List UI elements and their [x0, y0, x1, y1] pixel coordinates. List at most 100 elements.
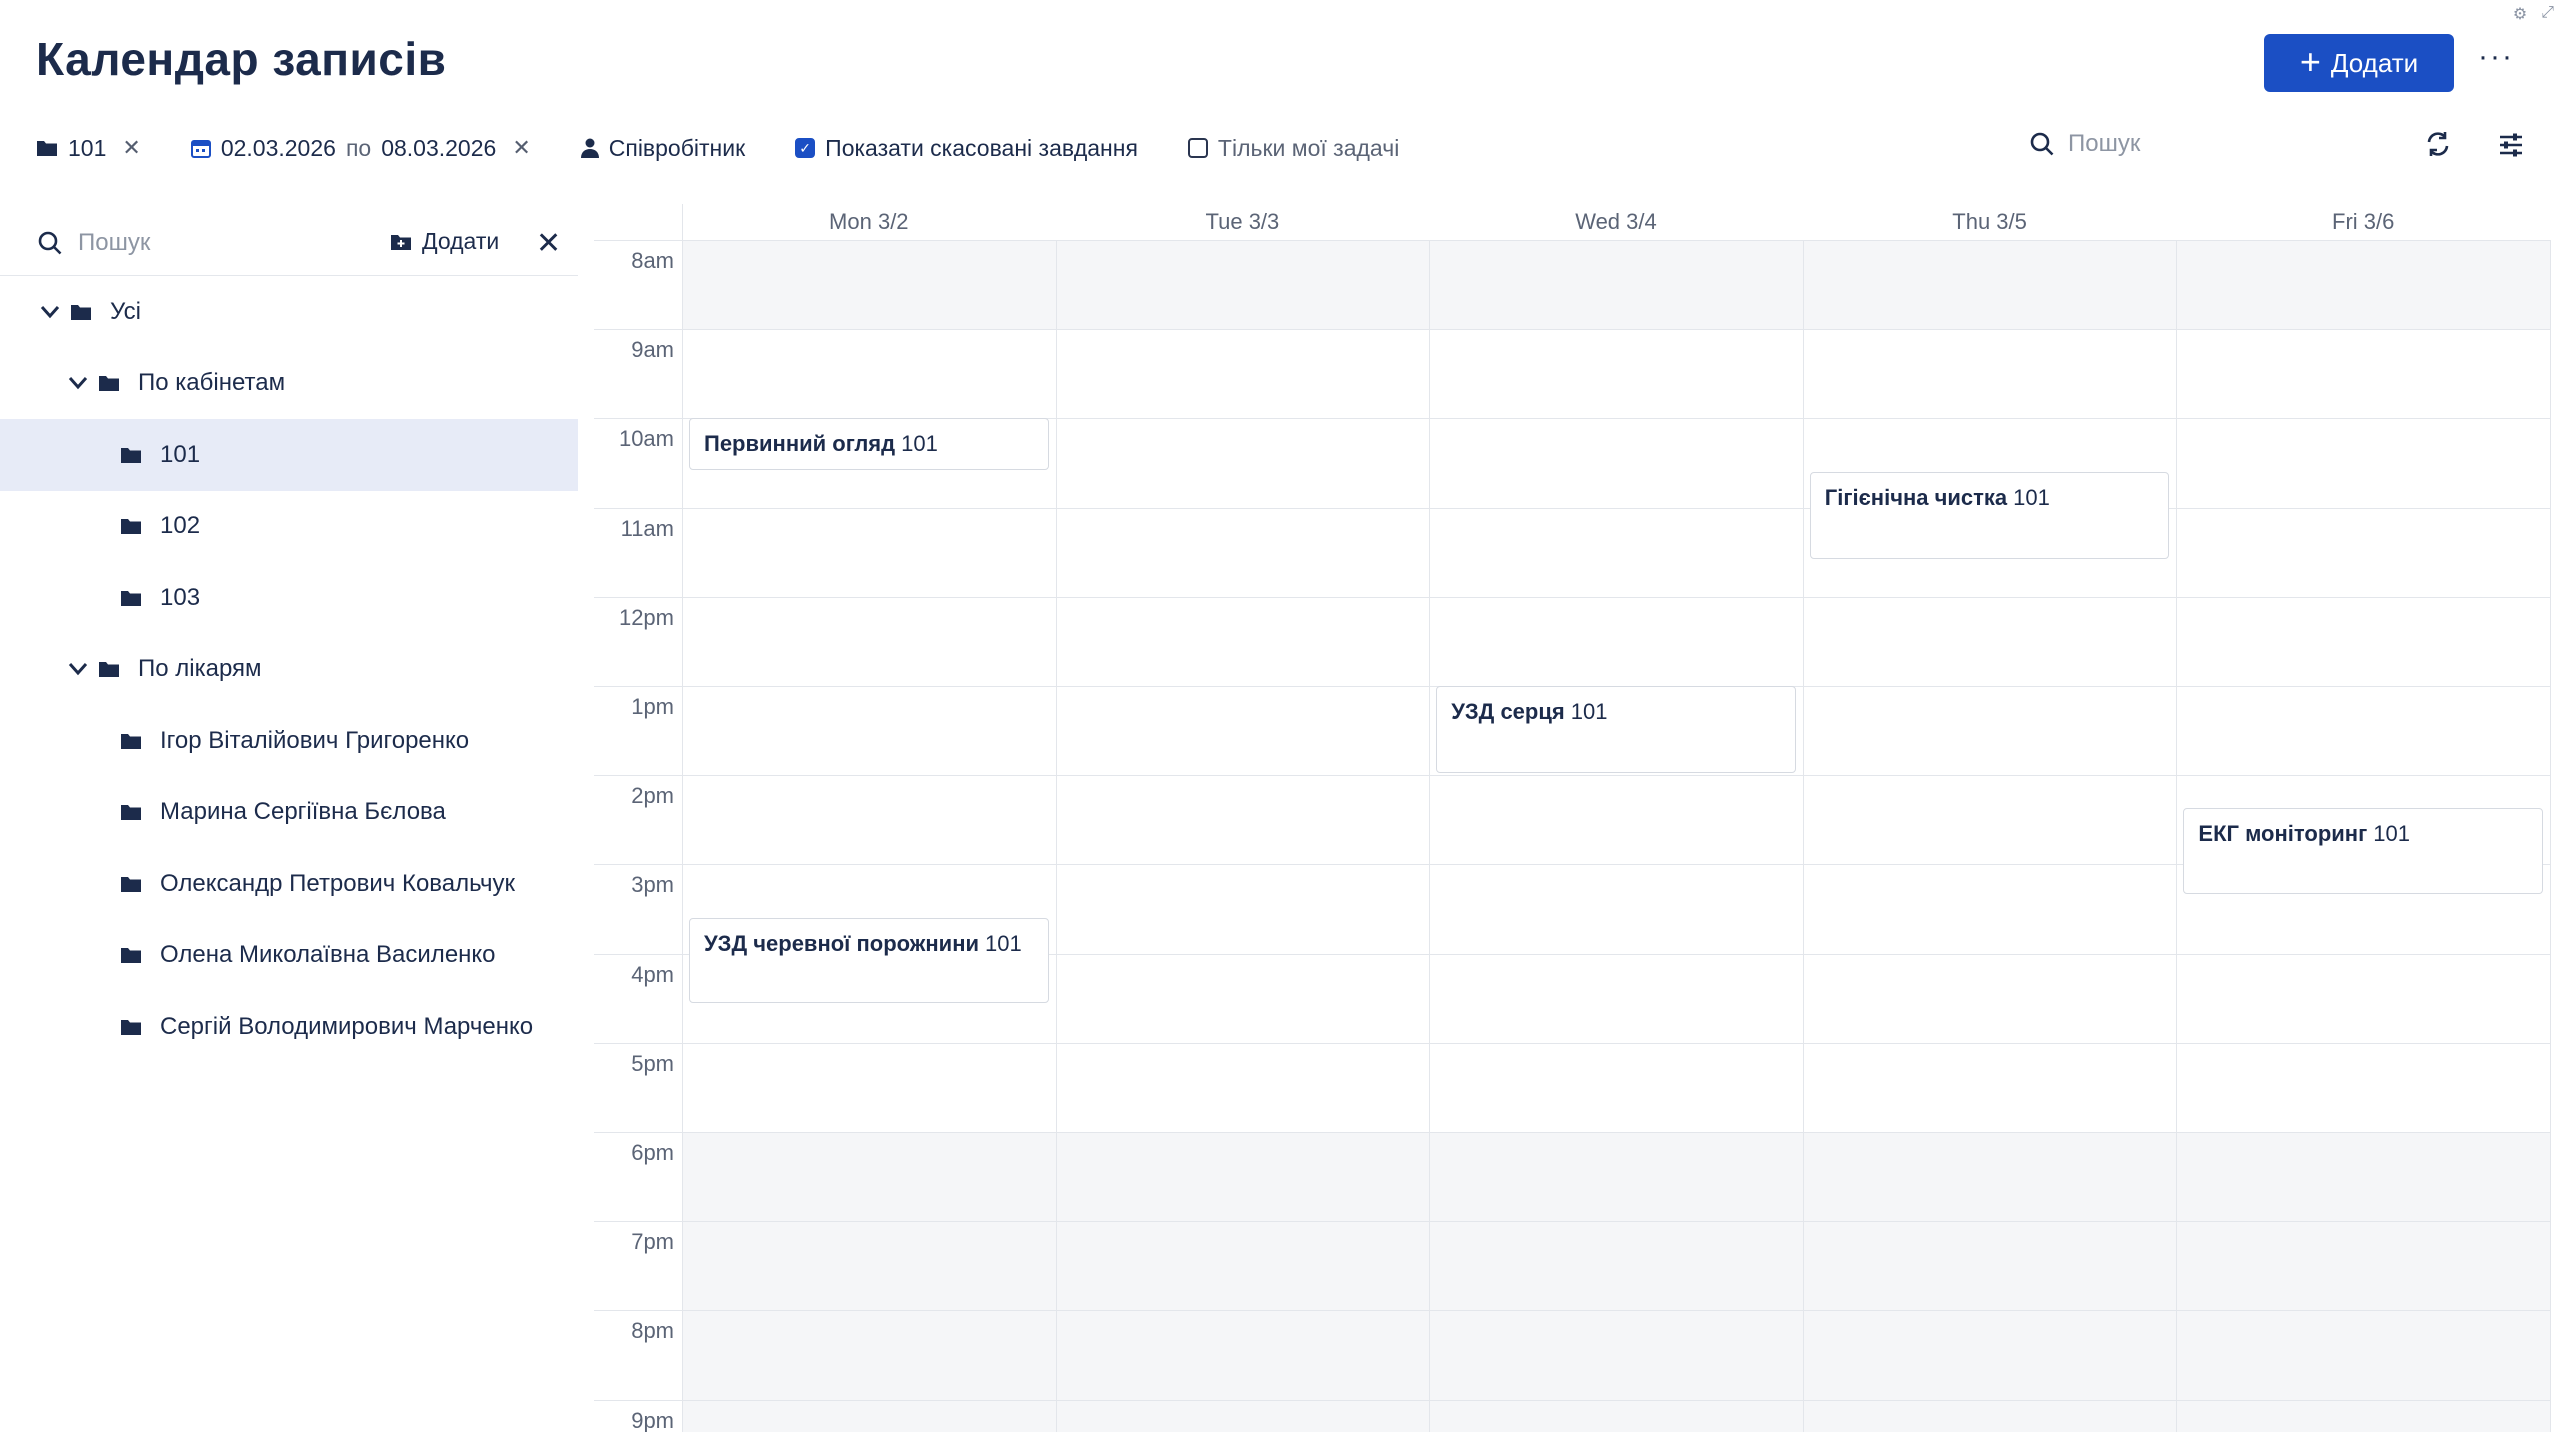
day-header[interactable]: Tue 3/3 — [1056, 204, 1430, 240]
tree-item[interactable]: Сергій Володимирович Марченко — [0, 991, 578, 1063]
folder-icon — [121, 876, 141, 892]
hour-label: 7pm — [631, 1229, 674, 1255]
event-room: 101 — [2013, 484, 2050, 510]
tree-item-label: Сергій Володимирович Марченко — [160, 1012, 534, 1040]
tree-item[interactable]: 103 — [0, 562, 578, 634]
hour-line — [594, 596, 2550, 598]
day-header[interactable]: Wed 3/4 — [1429, 204, 1803, 240]
chevron-down-icon[interactable] — [68, 376, 88, 390]
tree-item-label: 102 — [160, 512, 201, 540]
tree-item[interactable]: 101 — [0, 419, 578, 491]
refresh-icon[interactable] — [2424, 130, 2452, 163]
tree-item[interactable]: Марина Сергіївна Бєлова — [0, 777, 578, 849]
off-hours-area — [682, 240, 2550, 330]
event-title: УЗД серця — [1451, 699, 1565, 724]
day-header[interactable]: Mon 3/2 — [682, 204, 1056, 240]
chevron-down-icon[interactable] — [68, 662, 88, 676]
hour-label: 6pm — [631, 1140, 674, 1165]
expand-icon[interactable]: ⤢ — [2541, 4, 2554, 24]
hour-line — [594, 507, 2550, 509]
tree-item-label: Ігор Віталійович Григоренко — [160, 726, 470, 754]
hour-line — [594, 775, 2550, 777]
checkbox-checked[interactable]: ✓ — [795, 138, 816, 158]
hour-label: 2pm — [631, 783, 674, 809]
day-header[interactable]: Fri 3/6 — [2176, 204, 2550, 240]
event-title: УЗД черевної порожнини — [704, 930, 980, 956]
hour-line — [594, 1310, 2550, 1312]
tree-item[interactable]: Ігор Віталійович Григоренко — [0, 705, 578, 777]
hour-label: 12pm — [618, 604, 674, 630]
off-hours-area — [682, 1132, 2550, 1432]
close-icon[interactable]: ✕ — [536, 226, 561, 261]
tree-item-label: 101 — [160, 440, 201, 468]
appointment-event[interactable]: Первинний огляд 101 — [689, 418, 1049, 471]
sidebar-add-label: Додати — [422, 228, 500, 254]
tree-item[interactable]: Усі — [0, 276, 578, 348]
show-cancelled-toggle[interactable]: ✓ Показати скасовані завдання — [795, 135, 1138, 162]
calendar-icon — [190, 140, 211, 158]
folder-icon — [121, 733, 141, 749]
tree-item[interactable]: По лікарям — [0, 634, 578, 706]
checkbox-unchecked[interactable] — [1187, 138, 1208, 158]
hour-line — [594, 1132, 2550, 1133]
close-icon[interactable]: ✕ — [512, 135, 530, 161]
appointment-event[interactable]: УЗД черевної порожнини 101 — [689, 917, 1049, 1003]
hour-label: 5pm — [631, 1050, 674, 1076]
hour-label: 9pm — [631, 1407, 674, 1432]
folder-icon — [99, 662, 119, 678]
date-filter-chip[interactable]: 02.03.2026 по 08.03.2026 ✕ — [190, 134, 531, 162]
folder-tree: Усі По кабінетам 101 102 103 По лікарям Ігор В… — [0, 276, 578, 1063]
tree-item-label: Усі — [110, 297, 141, 325]
event-title: Гігієнічна чистка — [1824, 484, 2008, 510]
folder-icon — [99, 376, 119, 392]
tree-item-label: По кабінетам — [138, 369, 286, 397]
search-icon — [38, 231, 62, 254]
more-menu-button[interactable]: ··· — [2478, 40, 2514, 74]
employee-filter[interactable]: Співробітник — [580, 135, 745, 162]
tree-item-label: Олександр Петрович Ковальчук — [160, 869, 516, 897]
tree-item[interactable]: Олена Миколаївна Василенко — [0, 920, 578, 992]
event-title: ЕКГ моніторинг — [2198, 821, 2368, 847]
room-filter-chip[interactable]: 101 ✕ — [36, 135, 141, 162]
folder-icon — [71, 304, 91, 320]
tree-item-label: Олена Миколаївна Василенко — [160, 941, 496, 969]
hour-line — [594, 1399, 2550, 1401]
gear-icon[interactable]: ⚙ — [2513, 4, 2527, 24]
sidebar: Пошук Додати ✕ Усі По кабінетам 101 102 103 П… — [0, 210, 578, 1432]
event-title: Первинний огляд — [704, 431, 896, 457]
sliders-icon[interactable] — [2498, 132, 2524, 163]
tree-item[interactable]: 102 — [0, 491, 578, 563]
day-header[interactable]: Thu 3/5 — [1803, 204, 2177, 240]
tree-item[interactable]: Олександр Петрович Ковальчук — [0, 848, 578, 920]
day-divider — [2550, 240, 2551, 1432]
appointment-event[interactable]: УЗД серця 101 — [1436, 686, 1796, 773]
filter-bar: 101 ✕ 02.03.2026 по 08.03.2026 ✕ Співроб… — [36, 128, 1449, 168]
hour-line — [594, 1042, 2550, 1044]
sidebar-add-button[interactable]: Додати — [390, 228, 499, 255]
tree-item-label: Марина Сергіївна Бєлова — [160, 798, 446, 826]
close-icon[interactable]: ✕ — [122, 135, 140, 161]
plus-icon: + — [2299, 40, 2321, 82]
event-room: 101 — [2373, 821, 2410, 847]
sidebar-search[interactable]: Пошук Додати ✕ — [0, 210, 578, 276]
add-button[interactable]: + Додати — [2264, 34, 2454, 92]
tree-item[interactable]: По кабінетам — [0, 348, 578, 420]
appointment-event[interactable]: Гігієнічна чистка 101 — [1809, 471, 2170, 560]
tree-item-label: 103 — [160, 583, 201, 611]
event-room: 101 — [985, 930, 1022, 956]
folder-icon — [121, 948, 141, 964]
folder-icon — [37, 141, 57, 156]
tree-item-label: По лікарям — [138, 655, 262, 683]
chevron-down-icon[interactable] — [40, 305, 60, 319]
only-mine-label: Тільки мої задачі — [1217, 134, 1400, 161]
only-mine-toggle[interactable]: Тільки мої задачі — [1187, 134, 1400, 162]
page-title: Календар записів — [36, 33, 447, 85]
hour-label: 3pm — [631, 872, 674, 898]
search-input[interactable]: Пошук — [2030, 130, 2140, 158]
sidebar-search-placeholder: Пошук — [78, 228, 151, 256]
hour-label: 4pm — [631, 961, 674, 987]
date-separator: по — [345, 134, 372, 161]
date-to: 08.03.2026 — [381, 134, 497, 161]
appointment-event[interactable]: ЕКГ моніторинг 101 — [2183, 808, 2543, 894]
search-placeholder: Пошук — [2068, 130, 2141, 157]
